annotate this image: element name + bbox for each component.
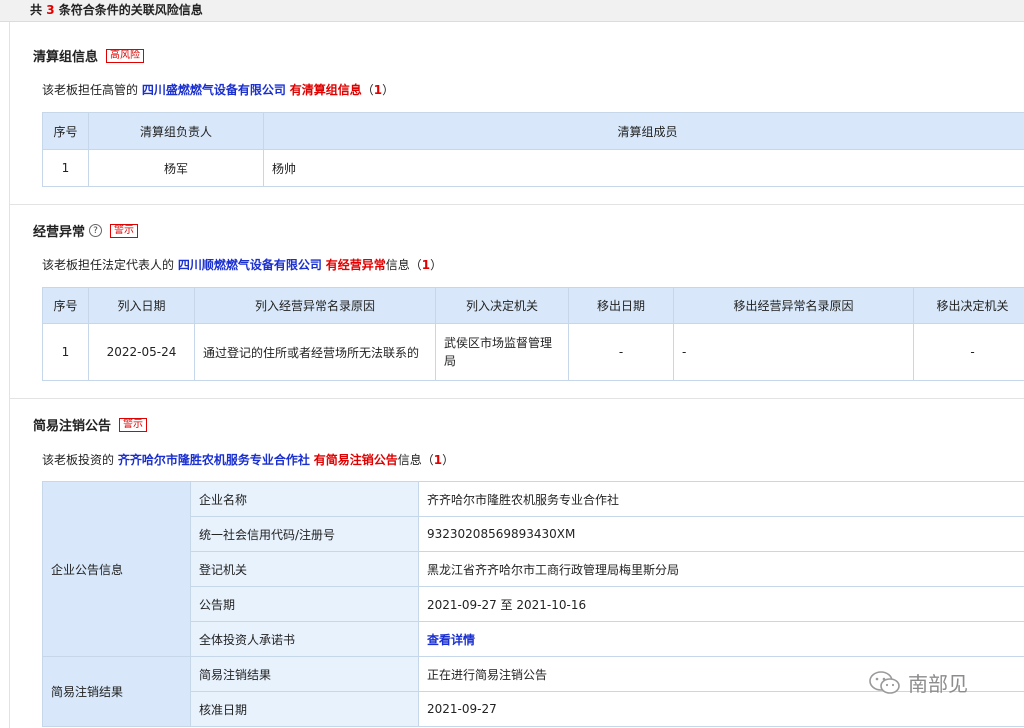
warning-badge: 警示 — [110, 223, 139, 238]
desc-count: 1 — [433, 453, 443, 467]
group-label-result: 简易注销结果 — [42, 656, 191, 727]
desc-highlight: 有经营异常 — [325, 258, 386, 272]
desc-prefix: 该老板担任高管的 — [42, 83, 139, 97]
field-value: 2021-09-27 至 2021-10-16 — [418, 586, 1024, 622]
col-header: 列入日期 — [88, 287, 195, 324]
desc-highlight: 有简易注销公告 — [313, 453, 398, 467]
col-header: 移出决定机关 — [913, 287, 1024, 324]
desc-open: （ — [421, 453, 434, 467]
field-label: 全体投资人承诺书 — [190, 621, 419, 657]
table-header-row: 序号 清算组负责人 清算组成员 — [42, 112, 1024, 150]
cell-date: 2022-05-24 — [88, 323, 195, 381]
field-value: 93230208569893430XM — [418, 516, 1024, 552]
simple-cancel-title: 简易注销公告 — [33, 419, 112, 434]
view-details-link[interactable]: 查看详情 — [427, 633, 475, 647]
desc-prefix: 该老板投资的 — [42, 453, 115, 467]
desc-close: ） — [382, 83, 395, 97]
wechat-icon — [869, 670, 900, 694]
help-icon[interactable]: ? — [89, 224, 103, 237]
col-header: 清算组成员 — [263, 112, 1024, 150]
summary-count: 3 — [46, 3, 55, 17]
company-link[interactable]: 齐齐哈尔市隆胜农机服务专业合作社 — [118, 453, 310, 467]
field-label: 简易注销结果 — [190, 656, 419, 692]
abnormal-description: 该老板担任法定代表人的 四川顺燃燃气设备有限公司 有经营异常信息（1） — [42, 256, 442, 273]
section-title-simple-cancel: 简易注销公告 警示 — [33, 415, 148, 434]
desc-highlight: 有清算组信息 — [289, 83, 362, 97]
liquidation-table: 序号 清算组负责人 清算组成员 1 杨军 杨帅 — [42, 112, 1024, 187]
desc-open: （ — [409, 258, 422, 272]
table-header-row: 序号 列入日期 列入经营异常名录原因 列入决定机关 移出日期 移出经营异常名录原… — [42, 287, 1024, 324]
desc-close: ） — [442, 453, 455, 467]
left-border — [9, 22, 10, 728]
cell-reason: 通过登记的住所或者经营场所无法联系的 — [194, 323, 436, 381]
field-label: 登记机关 — [190, 551, 419, 587]
field-label: 企业名称 — [190, 481, 419, 517]
company-link[interactable]: 四川盛燃燃气设备有限公司 — [142, 83, 286, 97]
table-row: 1 2022-05-24 通过登记的住所或者经营场所无法联系的 武侯区市场监督管… — [42, 323, 1024, 381]
field-value: 齐齐哈尔市隆胜农机服务专业合作社 — [418, 481, 1024, 517]
table-row: 全体投资人承诺书 查看详情 — [43, 621, 1024, 657]
cell-removal-authority: - — [913, 323, 1024, 381]
watermark: 南部见 — [868, 668, 968, 697]
simple-cancel-description: 该老板投资的 齐齐哈尔市隆胜农机服务专业合作社 有简易注销公告信息（1） — [42, 451, 454, 468]
table-row: 公告期 2021-09-27 至 2021-10-16 — [43, 586, 1024, 622]
table-row: 登记机关 黑龙江省齐齐哈尔市工商行政管理局梅里斯分局 — [43, 551, 1024, 587]
cell-index: 1 — [42, 149, 89, 187]
desc-tail: 信息 — [397, 453, 422, 467]
cell-removal-reason: - — [673, 323, 914, 381]
cell-removal-date: - — [568, 323, 674, 381]
col-header: 序号 — [42, 287, 89, 324]
group-label-announcement: 企业公告信息 — [42, 481, 191, 657]
results-summary-bar: 共 3 条符合条件的关联风险信息 — [0, 0, 1024, 22]
field-label: 公告期 — [190, 586, 419, 622]
col-header: 移出日期 — [568, 287, 674, 324]
watermark-text: 南部见 — [908, 672, 968, 696]
desc-open: （ — [361, 83, 374, 97]
table-row: 1 杨军 杨帅 — [42, 149, 1024, 187]
desc-close: ） — [430, 258, 443, 272]
desc-tail: 信息 — [385, 258, 410, 272]
company-link[interactable]: 四川顺燃燃气设备有限公司 — [178, 258, 322, 272]
section-title-abnormal: 经营异常 ? 警示 — [33, 221, 139, 240]
desc-count: 1 — [373, 83, 383, 97]
field-label: 核准日期 — [190, 691, 419, 727]
col-header: 列入经营异常名录原因 — [194, 287, 436, 324]
liquidation-description: 该老板担任高管的 四川盛燃燃气设备有限公司 有清算组信息（1） — [42, 81, 394, 98]
summary-prefix: 共 — [30, 3, 43, 17]
summary-suffix: 条符合条件的关联风险信息 — [58, 3, 203, 17]
section-divider — [9, 204, 1024, 205]
liquidation-title: 清算组信息 — [33, 50, 99, 65]
col-header: 移出经营异常名录原因 — [673, 287, 914, 324]
field-label: 统一社会信用代码/注册号 — [190, 516, 419, 552]
cell-index: 1 — [42, 323, 89, 381]
desc-prefix: 该老板担任法定代表人的 — [42, 258, 175, 272]
cell-authority: 武侯区市场监督管理局 — [435, 323, 569, 381]
abnormal-title: 经营异常 — [33, 225, 86, 240]
col-header: 列入决定机关 — [435, 287, 569, 324]
table-row: 统一社会信用代码/注册号 93230208569893430XM — [43, 516, 1024, 552]
col-header: 清算组负责人 — [88, 112, 264, 150]
table-row: 企业公告信息 企业名称 齐齐哈尔市隆胜农机服务专业合作社 — [42, 481, 1024, 657]
section-divider — [9, 398, 1024, 399]
col-header: 序号 — [42, 112, 89, 150]
warning-badge: 警示 — [119, 417, 148, 432]
cell-members: 杨帅 — [263, 149, 1024, 187]
section-title-liquidation: 清算组信息 高风险 — [33, 46, 145, 65]
field-value: 黑龙江省齐齐哈尔市工商行政管理局梅里斯分局 — [418, 551, 1024, 587]
desc-count: 1 — [421, 258, 431, 272]
high-risk-badge: 高风险 — [106, 48, 145, 63]
cell-leader: 杨军 — [88, 149, 264, 187]
abnormal-table: 序号 列入日期 列入经营异常名录原因 列入决定机关 移出日期 移出经营异常名录原… — [42, 287, 1024, 381]
